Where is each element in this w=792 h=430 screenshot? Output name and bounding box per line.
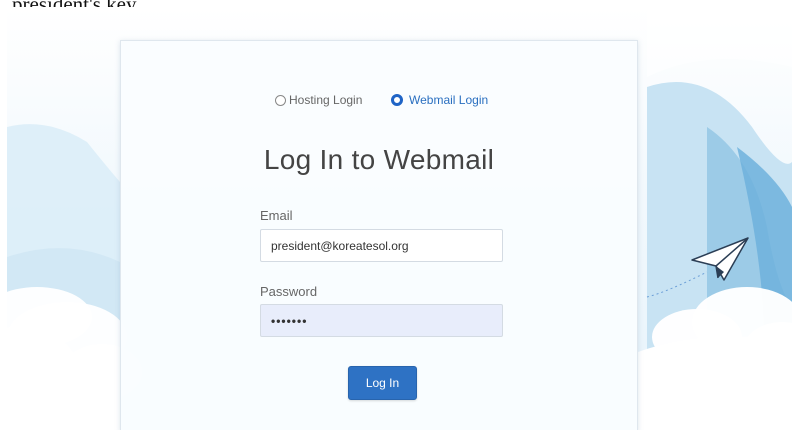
login-card: Hosting Login Webmail Login Log In to We… xyxy=(120,40,638,430)
password-label: Password xyxy=(260,284,318,299)
radio-unchecked-icon[interactable] xyxy=(275,94,286,106)
email-label: Email xyxy=(260,208,293,223)
hosting-login-option[interactable]: Hosting Login xyxy=(275,93,362,107)
password-field[interactable] xyxy=(260,304,503,337)
login-button[interactable]: Log In xyxy=(348,366,417,400)
email-field[interactable] xyxy=(260,229,503,262)
webmail-login-option[interactable]: Webmail Login xyxy=(391,93,488,107)
login-type-selector: Hosting Login Webmail Login xyxy=(121,93,637,113)
webmail-login-label[interactable]: Webmail Login xyxy=(409,93,488,107)
hosting-login-label[interactable]: Hosting Login xyxy=(289,93,362,107)
login-background: Hosting Login Webmail Login Log In to We… xyxy=(7,7,792,430)
radio-checked-icon[interactable] xyxy=(391,94,403,106)
paper-plane-icon xyxy=(691,237,749,281)
page-title: Log In to Webmail xyxy=(263,144,495,175)
